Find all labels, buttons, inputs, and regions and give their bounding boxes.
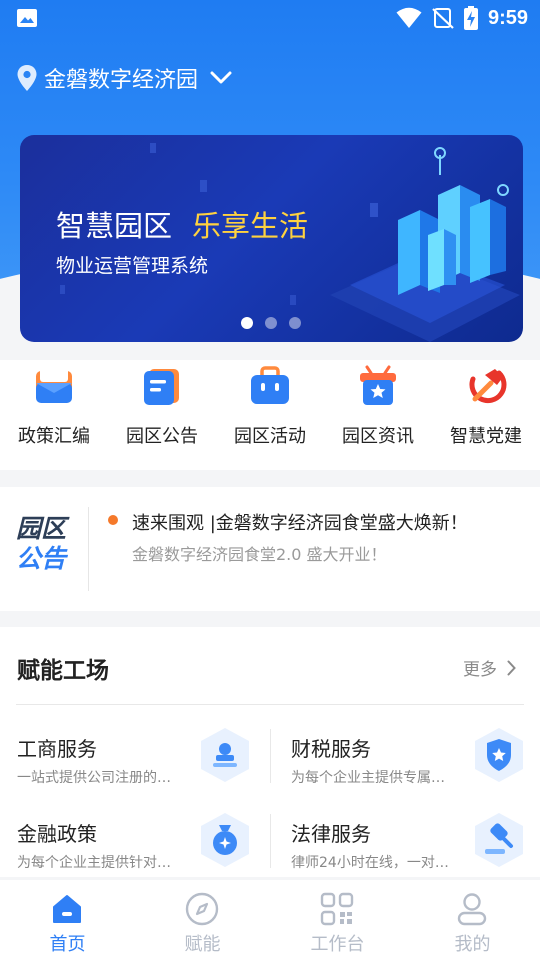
battery-charging-icon (463, 6, 478, 30)
no-signal-icon (432, 8, 454, 29)
quick-item-activity[interactable]: 园区活动 (216, 360, 324, 470)
service-desc: 一站式提供公司注册的… (17, 770, 171, 786)
column-divider (270, 814, 271, 868)
announcement-panel[interactable]: 园区 公告 速来围观 |金磐数字经济园食堂盛大焕新！ 金磐数字经济园食堂2.0 … (0, 487, 540, 611)
status-time: 9:59 (487, 6, 528, 29)
banner-title-white: 智慧园区 (56, 209, 173, 243)
quick-item-news[interactable]: 园区资讯 (324, 360, 432, 470)
workbench-grid-icon (320, 892, 354, 926)
svg-text:园区: 园区 (16, 514, 70, 543)
service-desc: 为每个企业主提供针对… (17, 855, 171, 871)
service-card-legal[interactable]: 法律服务 律师24小时在线，一对… (291, 813, 540, 888)
banner-subtitle: 物业运营管理系统 (56, 255, 209, 277)
profile-icon (457, 893, 487, 926)
bottom-tab-bar: 首页 赋能 工作台 我的 (0, 880, 540, 960)
business-stamp-icon (201, 728, 249, 782)
announcement-subline[interactable]: 金磐数字经济园食堂2.0 盛大开业！ (132, 541, 387, 565)
legal-gavel-icon (475, 813, 523, 867)
service-card-tax[interactable]: 财税服务 为每个企业主提供专属… (291, 728, 540, 803)
quick-menu: 政策汇编 园区公告 园区活动 园区资讯 智慧党建 (0, 360, 540, 470)
smart-city-buildings-illustration (330, 147, 520, 342)
quick-item-party[interactable]: 智慧党建 (432, 360, 540, 470)
status-bar: 9:59 (0, 0, 540, 38)
service-desc: 律师24小时在线，一对… (291, 855, 449, 871)
carousel-dot[interactable] (265, 317, 277, 329)
tab-label: 工作台 (310, 934, 365, 955)
service-name: 工商服务 (17, 737, 97, 761)
empowerment-workshop-section: 赋能工场 更多 工商服务 一站式提供公司注册的… 财税服务 为每个企业主提供专属… (0, 627, 540, 877)
chevron-right-icon (507, 660, 516, 675)
tab-label: 赋能 (184, 934, 221, 955)
quick-item-label: 园区活动 (234, 426, 306, 447)
more-label: 更多 (463, 660, 497, 680)
announcement-logo: 园区 公告 (16, 514, 70, 573)
service-card-business[interactable]: 工商服务 一站式提供公司注册的… (17, 728, 271, 803)
section-title: 赋能工场 (17, 658, 109, 684)
service-name: 金融政策 (17, 822, 97, 846)
column-divider (270, 729, 271, 783)
home-icon (53, 895, 81, 923)
tab-workbench[interactable]: 工作台 (270, 880, 405, 960)
service-name: 法律服务 (291, 822, 371, 846)
quick-item-label: 政策汇编 (18, 426, 90, 447)
activity-bag-icon (251, 366, 289, 404)
tax-shield-icon (475, 728, 523, 782)
section-divider (16, 704, 524, 705)
quick-item-label: 智慧党建 (450, 426, 522, 447)
quick-item-label: 园区公告 (126, 426, 198, 447)
service-name: 财税服务 (291, 737, 371, 761)
tab-label: 我的 (454, 934, 491, 955)
headline-bullet (108, 515, 118, 525)
service-desc: 为每个企业主提供专属… (291, 770, 445, 786)
quick-item-label: 园区资讯 (342, 426, 414, 447)
announcement-headline[interactable]: 速来围观 |金磐数字经济园食堂盛大焕新！ (132, 509, 468, 535)
banner-carousel[interactable]: 智慧园区 乐享生活 物业运营管理系统 (20, 135, 523, 342)
more-link[interactable]: 更多 (463, 655, 516, 680)
carousel-dots (241, 317, 301, 329)
location-pin-icon (17, 65, 37, 91)
policy-folder-icon (36, 368, 72, 403)
tab-empower[interactable]: 赋能 (135, 880, 270, 960)
svg-text:公告: 公告 (16, 544, 69, 573)
chevron-down-icon (210, 71, 232, 84)
tab-profile[interactable]: 我的 (405, 880, 540, 960)
announcement-doc-icon (144, 369, 179, 405)
carousel-dot[interactable] (289, 317, 301, 329)
location-name: 金磐数字经济园 (44, 68, 199, 93)
location-selector[interactable]: 金磐数字经济园 (16, 62, 232, 94)
quick-item-policy[interactable]: 政策汇编 (0, 360, 108, 470)
wifi-icon (396, 7, 422, 28)
tab-home[interactable]: 首页 (0, 880, 135, 960)
party-emblem-icon (469, 369, 507, 404)
image-icon (17, 9, 37, 27)
finance-moneybag-icon (201, 813, 249, 867)
tab-label: 首页 (49, 934, 86, 955)
quick-item-announcement[interactable]: 园区公告 (108, 360, 216, 470)
carousel-dot[interactable] (241, 317, 253, 329)
service-card-finance[interactable]: 金融政策 为每个企业主提供针对… (17, 813, 271, 888)
compass-icon (185, 892, 219, 926)
announcement-divider (88, 507, 89, 591)
news-gift-icon (360, 365, 396, 405)
banner-title-yellow: 乐享生活 (192, 209, 309, 243)
